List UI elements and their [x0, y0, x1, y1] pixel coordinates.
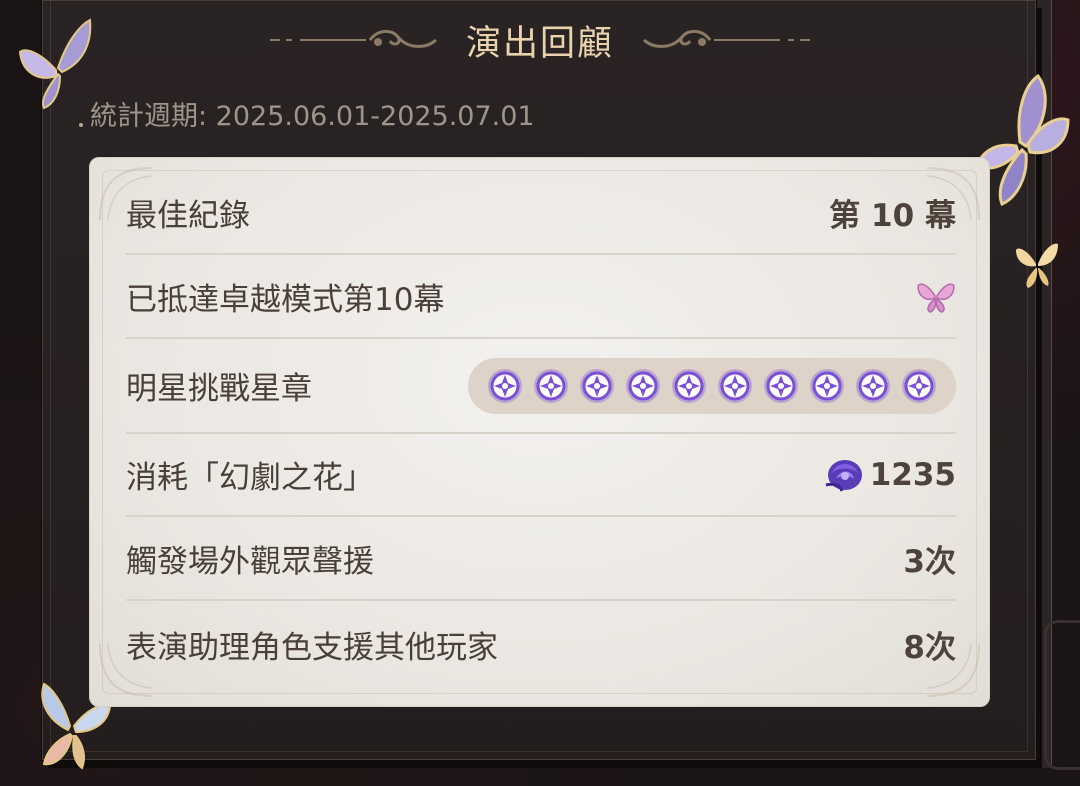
right-ornament-icon — [642, 29, 810, 48]
stat-period: 統計週期: 2025.06.01-2025.07.01 — [90, 101, 535, 132]
purple-star-badge-icon — [902, 368, 936, 403]
scroll-edge-decoration — [1044, 620, 1080, 770]
period-dot-icon — [79, 123, 83, 127]
stat-value: 3次 — [903, 543, 956, 580]
stat-row-assistant-support: 表演助理角色支援其他玩家 8次 — [126, 601, 956, 687]
stat-row-audience-support: 觸發場外觀眾聲援 3次 — [126, 517, 956, 601]
stat-row-excellence-mode: 已抵達卓越模式第10幕 — [126, 255, 956, 339]
flower-count: 1235 — [869, 456, 956, 493]
purple-rose-icon — [825, 459, 862, 492]
purple-star-badge-icon — [856, 368, 890, 403]
purple-star-badge-icon — [580, 368, 614, 403]
purple-star-badge-icon — [810, 368, 844, 403]
left-ornament-icon — [269, 29, 437, 48]
stat-label: 明星挑戰星章 — [126, 371, 312, 407]
stat-value: 8次 — [903, 629, 956, 666]
purple-star-badge-icon — [672, 368, 706, 403]
gold-butterfly-icon — [1016, 243, 1058, 288]
stat-value-group: 1235 — [824, 455, 956, 495]
stat-row-best-record: 最佳紀錄 第 10 幕 — [126, 172, 956, 255]
pink-butterfly-icon — [917, 283, 955, 313]
stat-label: 表演助理角色支援其他玩家 — [126, 629, 498, 666]
title-row: 演出回顧 — [0, 12, 1080, 68]
stat-label: 最佳紀錄 — [126, 198, 250, 234]
stat-label: 已抵達卓越模式第10幕 — [126, 281, 445, 318]
stat-value: 第 10 幕 — [829, 198, 956, 234]
star-badge-track — [468, 357, 956, 414]
purple-star-badge-icon — [488, 368, 522, 403]
stat-label: 消耗「幻劇之花」 — [126, 460, 374, 496]
lavender-butterfly-icon — [18, 18, 92, 110]
stats-panel: 最佳紀錄 第 10 幕 已抵達卓越模式第10幕 明星挑戰星章 消耗「幻劇之花」 … — [89, 157, 990, 707]
stat-label: 觸發場外觀眾聲援 — [126, 543, 374, 580]
page-title: 演出回顧 — [465, 23, 614, 64]
purple-star-badge-icon — [718, 368, 752, 403]
stat-row-flower-consumed: 消耗「幻劇之花」 1235 — [126, 434, 956, 517]
stat-row-star-badges: 明星挑戰星章 — [126, 339, 956, 434]
purple-star-badge-icon — [626, 368, 660, 403]
purple-star-badge-icon — [534, 368, 568, 403]
purple-star-badge-icon — [764, 368, 798, 403]
